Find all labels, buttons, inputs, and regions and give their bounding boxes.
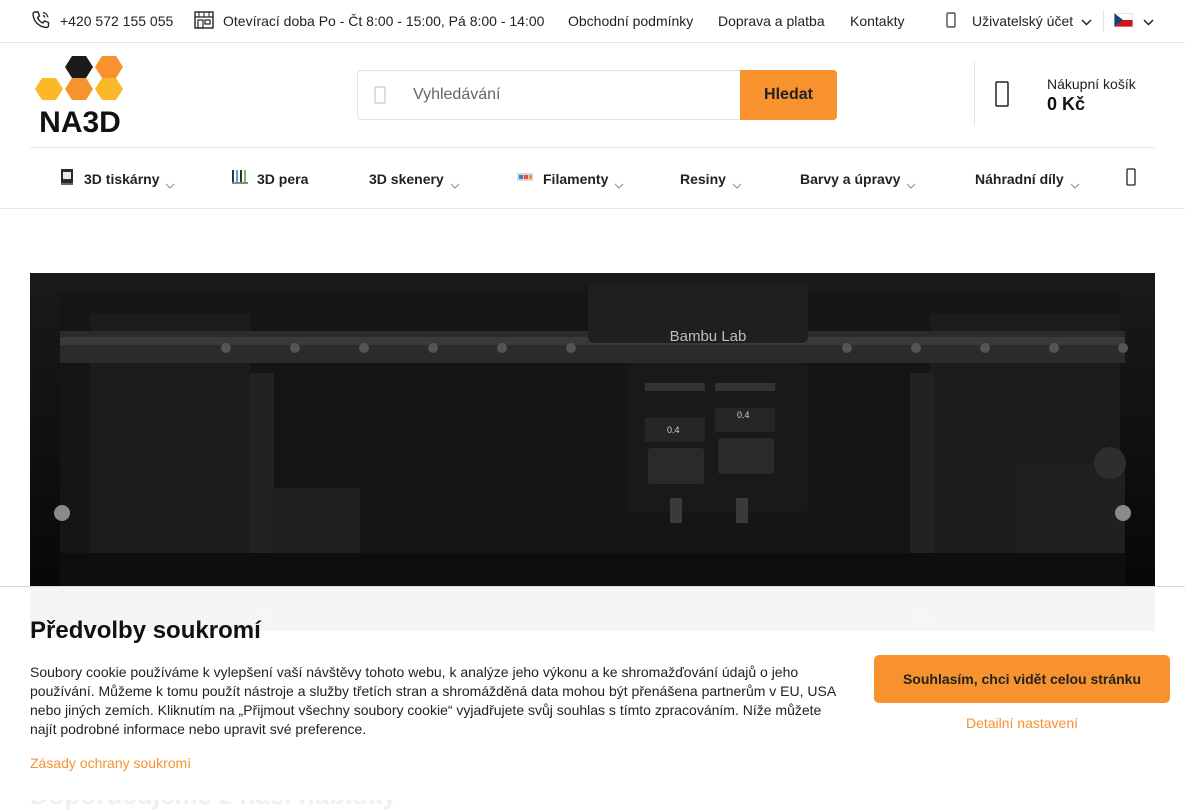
hero-brand-text: Bambu Lab bbox=[670, 328, 747, 345]
cart-total: 0 Kč bbox=[1047, 94, 1086, 114]
user-icon bbox=[946, 11, 956, 31]
divider bbox=[1103, 10, 1104, 32]
nav-item-paints[interactable]: Barvy a úpravy bbox=[800, 148, 916, 209]
menu-icon bbox=[1126, 168, 1136, 189]
opening-hours-text: Otevírací doba Po - Čt 8:00 - 15:00, Pá … bbox=[223, 13, 545, 29]
nav-more-button[interactable] bbox=[1126, 148, 1136, 209]
pens-thumbnail-icon bbox=[231, 168, 249, 189]
cookie-title: Předvolby soukromí bbox=[30, 617, 261, 644]
main-navigation: 3D tiskárny 3D pera 3D skenery Filamenty… bbox=[30, 147, 1155, 209]
nav-item-filaments[interactable]: Filamenty bbox=[515, 148, 624, 209]
nav-item-label: Náhradní díly bbox=[975, 170, 1064, 187]
user-account-label: Uživatelský účet bbox=[972, 13, 1074, 29]
phone-contact[interactable]: +420 572 155 055 bbox=[30, 0, 173, 42]
cart-label: Nákupní košík bbox=[1047, 76, 1136, 92]
nav-item-3d-pens[interactable]: 3D pera bbox=[231, 148, 308, 209]
search-button[interactable]: Hledat bbox=[740, 70, 837, 120]
nav-item-label: Barvy a úpravy bbox=[800, 170, 901, 187]
phone-number[interactable]: +420 572 155 055 bbox=[60, 13, 173, 29]
hero-image: Bambu Lab 0.4 0.4 bbox=[30, 273, 1155, 631]
language-switcher[interactable] bbox=[1114, 0, 1154, 42]
chevron-down-icon bbox=[1070, 176, 1080, 189]
printer-thumbnail-icon bbox=[58, 167, 76, 190]
link-contacts[interactable]: Kontakty bbox=[850, 0, 904, 42]
nav-item-label: 3D pera bbox=[257, 170, 309, 187]
nav-item-spare-parts[interactable]: Náhradní díly bbox=[975, 148, 1080, 209]
search-icon bbox=[372, 85, 388, 105]
nav-item-label: Resiny bbox=[680, 170, 726, 187]
chevron-down-icon bbox=[1143, 13, 1154, 29]
cookie-text: Soubory cookie používáme k vylepšení vaš… bbox=[30, 664, 836, 737]
nozzle-label-right: 0.4 bbox=[737, 410, 750, 420]
chevron-down-icon bbox=[1081, 13, 1092, 29]
store-icon bbox=[193, 9, 215, 34]
search-input[interactable] bbox=[413, 71, 733, 119]
chevron-down-icon bbox=[450, 176, 460, 189]
nozzle-label-left: 0.4 bbox=[667, 425, 680, 435]
czech-flag-icon bbox=[1114, 12, 1133, 30]
nav-item-resins[interactable]: Resiny bbox=[680, 148, 742, 209]
cart-widget[interactable]: Nákupní košík 0 Kč bbox=[974, 62, 1155, 126]
link-terms[interactable]: Obchodní podmínky bbox=[568, 0, 693, 42]
user-account-menu[interactable]: Uživatelský účet bbox=[946, 0, 1092, 42]
hero-banner[interactable]: Bambu Lab 0.4 0.4 bbox=[30, 273, 1155, 631]
site-logo[interactable]: NA3D bbox=[30, 54, 130, 139]
chevron-down-icon bbox=[165, 176, 175, 189]
opening-hours: Otevírací doba Po - Čt 8:00 - 15:00, Pá … bbox=[193, 0, 544, 42]
cart-icon bbox=[995, 80, 1009, 108]
nav-item-3d-scanners[interactable]: 3D skenery bbox=[369, 148, 460, 209]
search-bar: Hledat bbox=[357, 70, 837, 120]
filament-thumbnail-icon bbox=[515, 170, 535, 187]
chevron-down-icon bbox=[614, 176, 624, 189]
nav-item-3d-printers[interactable]: 3D tiskárny bbox=[58, 148, 175, 209]
link-shipping[interactable]: Doprava a platba bbox=[718, 0, 825, 42]
nav-item-label: 3D skenery bbox=[369, 170, 444, 187]
nav-item-label: Filamenty bbox=[543, 170, 609, 187]
chevron-down-icon bbox=[732, 176, 742, 189]
slider-next-dot[interactable] bbox=[1115, 505, 1131, 521]
nav-divider bbox=[0, 208, 1185, 209]
phone-icon bbox=[30, 9, 52, 34]
slider-prev-dot[interactable] bbox=[54, 505, 70, 521]
nav-item-label: 3D tiskárny bbox=[84, 170, 160, 187]
cookie-settings-link[interactable]: Detailní nastavení bbox=[874, 715, 1170, 731]
cookie-consent-panel: Předvolby soukromí Soubory cookie použív… bbox=[0, 586, 1185, 800]
top-bar: +420 572 155 055 Otevírací doba Po - Čt … bbox=[0, 0, 1185, 43]
accept-cookies-button[interactable]: Souhlasím, chci vidět celou stránku bbox=[874, 655, 1170, 703]
chevron-down-icon bbox=[906, 176, 916, 189]
privacy-policy-link[interactable]: Zásady ochrany soukromí bbox=[30, 755, 191, 771]
logo-text: NA3D bbox=[39, 106, 121, 136]
